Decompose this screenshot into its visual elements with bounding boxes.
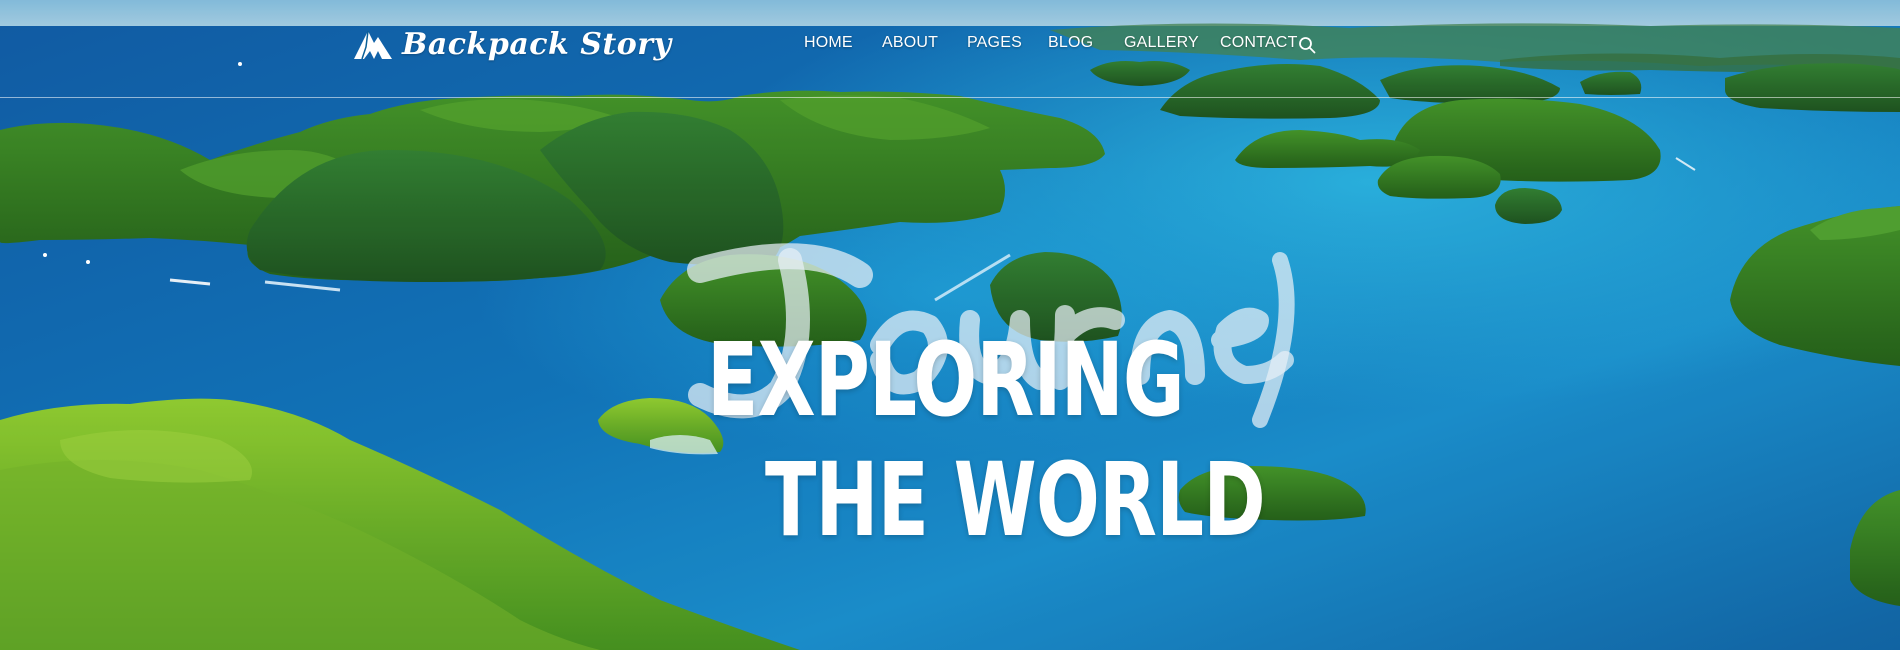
nav-item-pages[interactable]: PAGES	[967, 34, 1022, 52]
search-icon[interactable]	[1298, 36, 1316, 54]
site-header: Backpack Story HOME ABOUT PAGES BLOG GAL…	[0, 0, 1900, 98]
nav-item-gallery[interactable]: GALLERY	[1124, 34, 1199, 52]
nav-item-about[interactable]: ABOUT	[882, 34, 938, 52]
header-divider	[0, 97, 1900, 98]
nav-item-home[interactable]: HOME	[804, 34, 853, 52]
mountain-icon	[354, 30, 392, 60]
nav-item-blog[interactable]: BLOG	[1048, 34, 1093, 52]
headline-line-2: THE WORLD	[765, 441, 1266, 560]
nav-item-contact[interactable]: CONTACT	[1220, 34, 1298, 52]
brand-name: Backpack Story	[402, 26, 672, 62]
brand-logo[interactable]: Backpack Story	[352, 22, 672, 66]
headline-line-1: EXPLORING	[707, 321, 1185, 440]
